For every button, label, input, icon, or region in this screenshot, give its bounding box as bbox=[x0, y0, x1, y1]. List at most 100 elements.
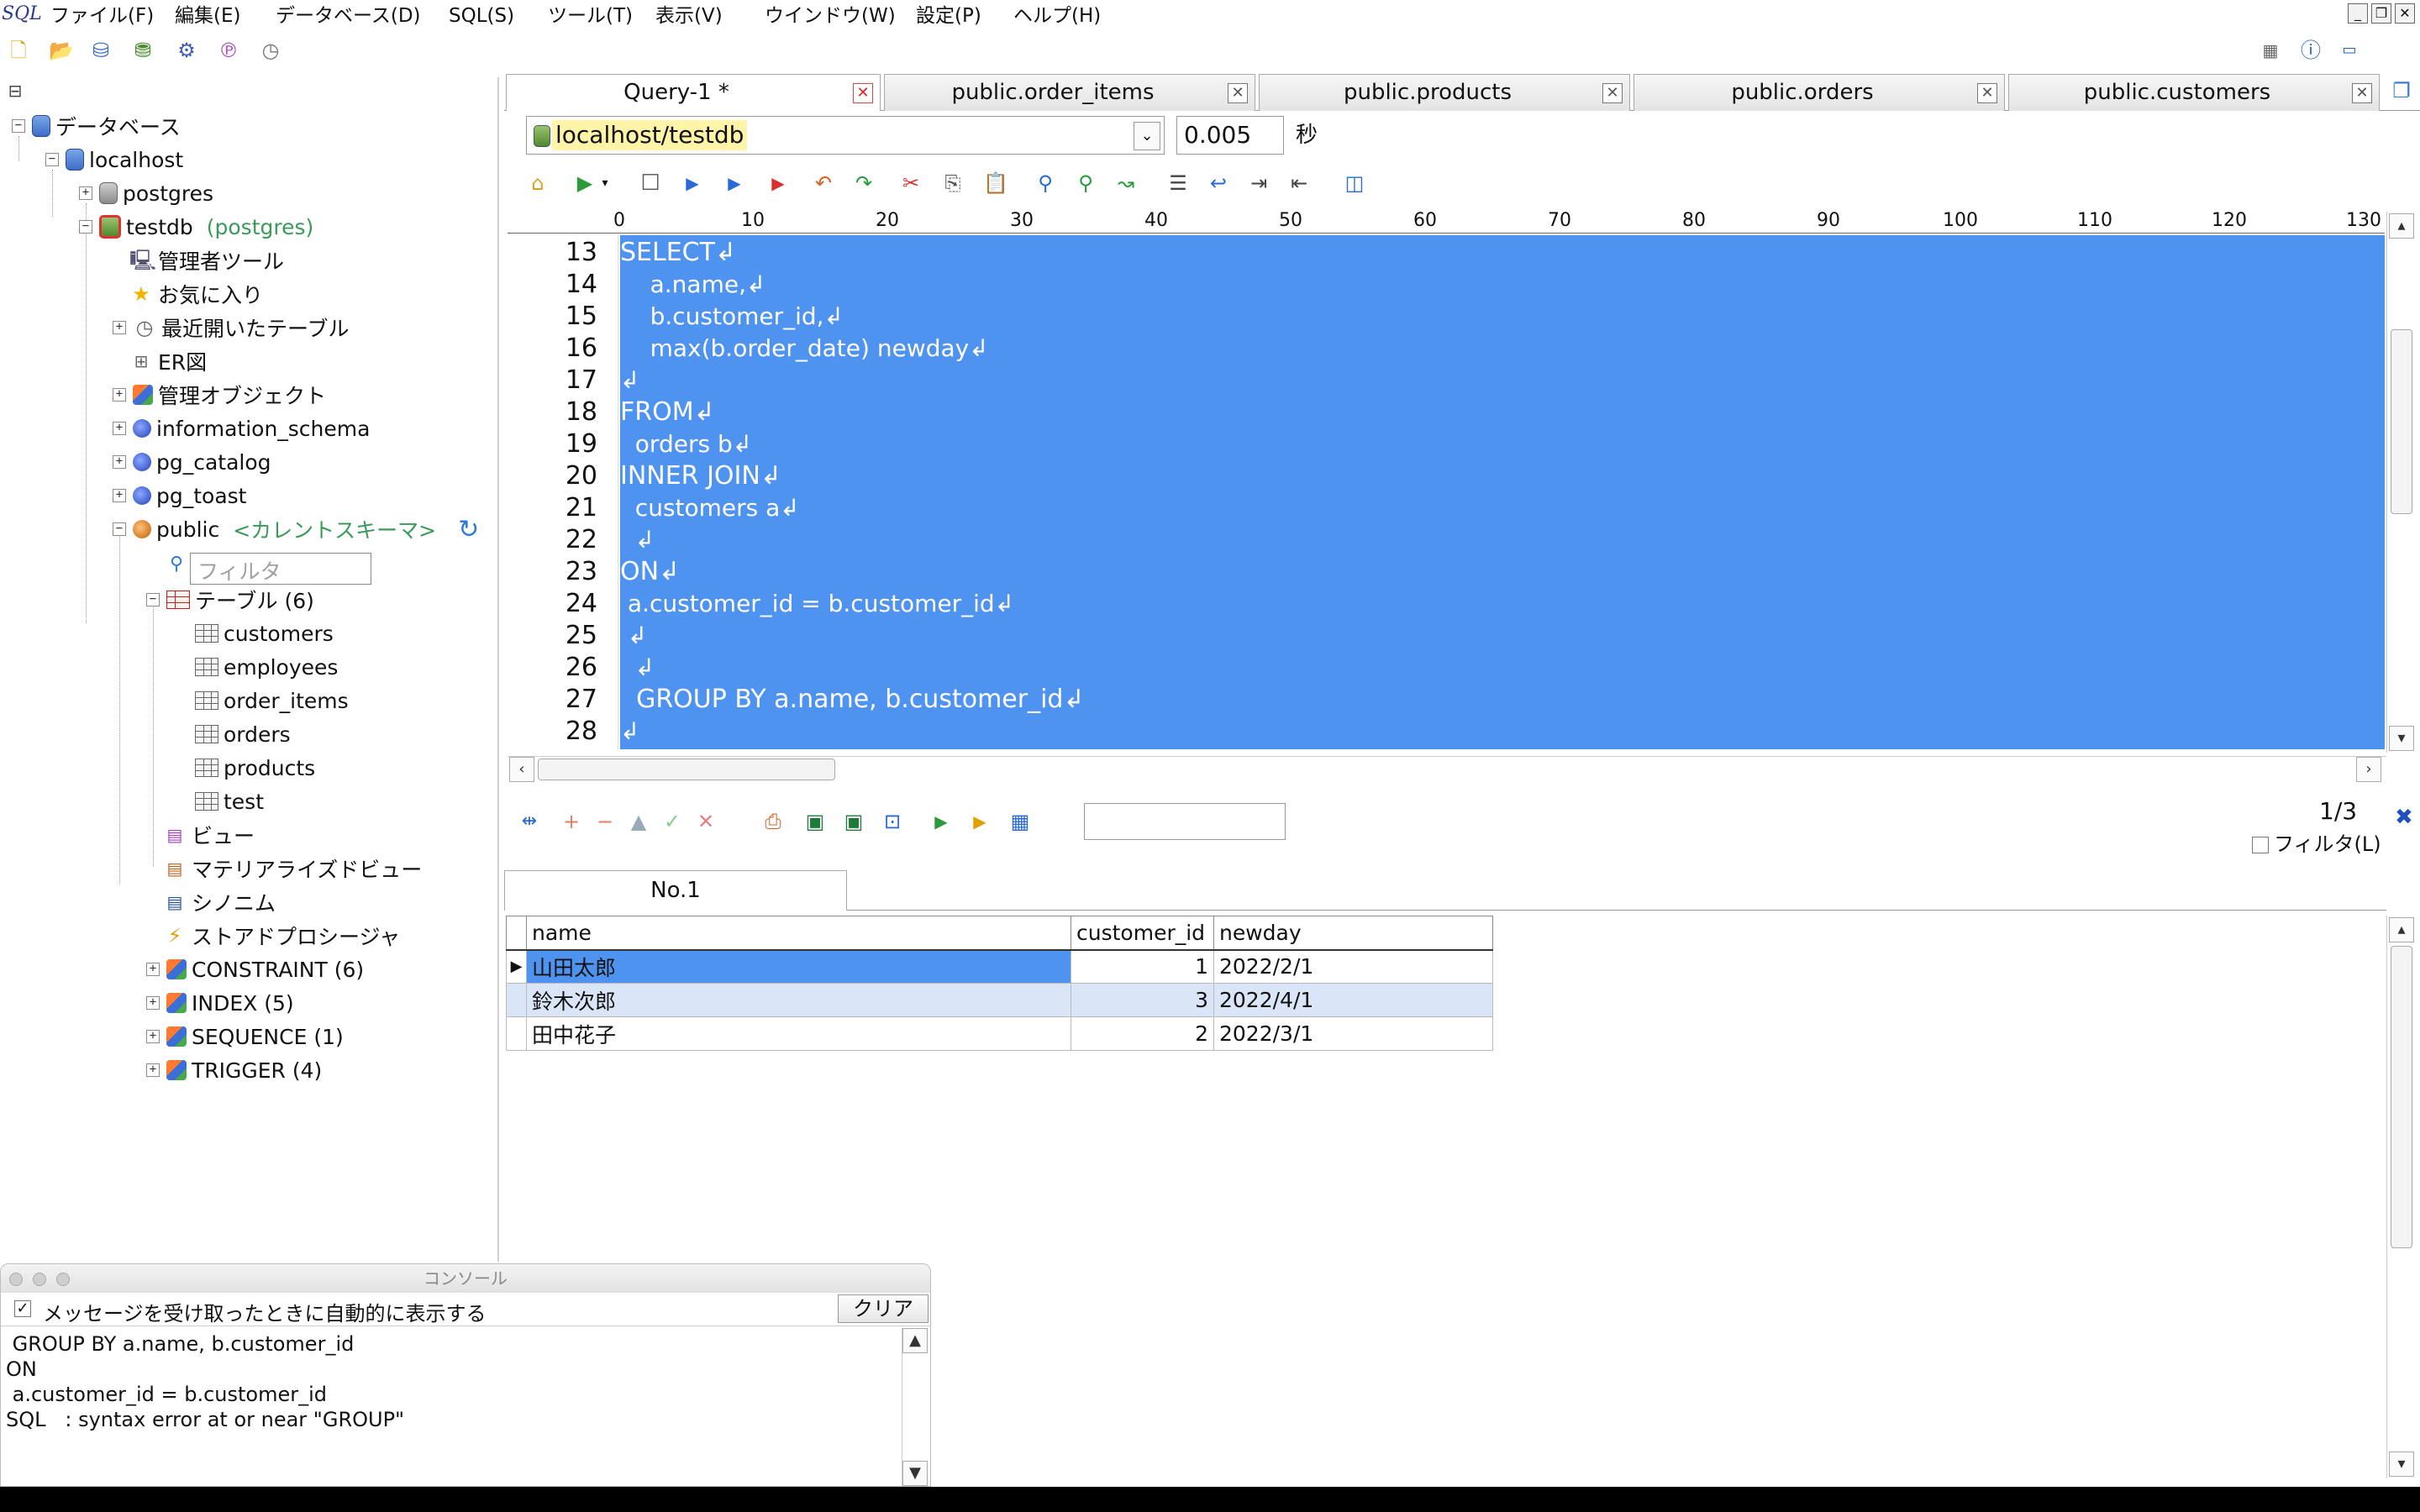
run-explain-icon[interactable]: ▶ bbox=[968, 810, 992, 833]
close-result-icon[interactable]: ✖ bbox=[2395, 805, 2413, 830]
scroll-down-icon[interactable]: ▼ bbox=[902, 1461, 928, 1486]
close-icon[interactable]: ✕ bbox=[2352, 83, 2372, 103]
tree-node-table-order-items[interactable]: order_items bbox=[195, 685, 349, 716]
tree-node-table-products[interactable]: products bbox=[195, 753, 315, 783]
scroll-up-icon[interactable]: ▲ bbox=[902, 1328, 928, 1353]
close-icon[interactable]: ✕ bbox=[1977, 83, 1997, 103]
cell-newday[interactable]: 2022/2/1 bbox=[1213, 949, 1493, 984]
tree-node-admin-objects[interactable]: + 管理オブジェクト bbox=[113, 380, 326, 410]
expand-icon[interactable]: + bbox=[113, 321, 126, 334]
sql-editor[interactable]: 13 14 15 16 17 18 19 20 21 22 23 24 25 2… bbox=[508, 235, 2385, 749]
result-tab-1[interactable]: No.1 bbox=[504, 870, 847, 911]
menu-sql[interactable]: SQL(S) bbox=[449, 3, 514, 29]
column-header-newday[interactable]: newday bbox=[1213, 916, 1493, 951]
outdent-icon[interactable]: ⇤ bbox=[1287, 171, 1311, 195]
tree-node-table-orders[interactable]: orders bbox=[195, 719, 291, 749]
close-window-icon[interactable]: ✕ bbox=[2395, 3, 2415, 24]
clear-editor-icon[interactable]: ⌂ bbox=[526, 171, 550, 195]
tree-node-trigger[interactable]: + TRIGGER (4) bbox=[146, 1055, 322, 1085]
tree-node-er-diagram[interactable]: ⊞ ER図 bbox=[129, 346, 208, 376]
menu-tools[interactable]: ツール(T) bbox=[548, 3, 633, 29]
tree-node-postgres[interactable]: + postgres bbox=[79, 178, 213, 208]
cell-name[interactable]: 鈴木次郎 bbox=[526, 983, 1071, 1017]
close-icon[interactable]: ✕ bbox=[1228, 83, 1248, 103]
scroll-down-icon[interactable]: ▾ bbox=[2389, 1452, 2414, 1477]
excel-all-icon[interactable]: ▣ bbox=[842, 810, 865, 833]
layout-icon[interactable]: ▦ bbox=[2259, 39, 2282, 62]
add-row-icon[interactable]: + bbox=[560, 810, 583, 833]
scroll-down-icon[interactable]: ▾ bbox=[2389, 726, 2414, 751]
tree-node-sequence[interactable]: + SEQUENCE (1) bbox=[146, 1021, 344, 1052]
tree-node-views[interactable]: ▤ ビュー bbox=[163, 820, 255, 850]
connection-select[interactable]: localhost/testdb ⌄ bbox=[526, 116, 1165, 155]
results-filter[interactable]: フィルタ(L) bbox=[2252, 830, 2381, 858]
console-minimize-icon[interactable] bbox=[33, 1273, 46, 1286]
collapse-icon[interactable]: − bbox=[79, 220, 92, 234]
close-icon[interactable]: ✕ bbox=[853, 83, 873, 103]
console-zoom-icon[interactable] bbox=[56, 1273, 70, 1286]
cell-customer-id[interactable]: 3 bbox=[1071, 983, 1214, 1017]
collapse-icon[interactable]: − bbox=[146, 593, 160, 606]
explain-icon[interactable]: ▶ bbox=[766, 171, 790, 195]
cancel-icon[interactable]: ✕ bbox=[694, 810, 718, 833]
tree-node-synonyms[interactable]: ▤ シノニム bbox=[163, 887, 276, 917]
table-row[interactable]: 田中花子 2 2022/3/1 bbox=[506, 1016, 1493, 1051]
column-header-customer-id[interactable]: customer_id bbox=[1071, 916, 1214, 951]
scroll-up-icon[interactable]: ▴ bbox=[2389, 917, 2414, 942]
editor-vertical-scrollbar[interactable]: ▴ ▾ bbox=[2386, 212, 2417, 753]
table-row[interactable]: 鈴木次郎 3 2022/4/1 bbox=[506, 983, 1493, 1017]
expand-icon[interactable]: + bbox=[79, 186, 92, 200]
tree-node-pg-catalog[interactable]: + pg_catalog bbox=[113, 447, 271, 477]
expand-icon[interactable]: + bbox=[113, 489, 126, 502]
expand-icon[interactable]: + bbox=[146, 1063, 160, 1077]
indent-icon[interactable]: ⇥ bbox=[1247, 171, 1270, 195]
menu-edit[interactable]: 編集(E) bbox=[175, 3, 240, 29]
scroll-left-icon[interactable]: ‹ bbox=[509, 757, 534, 782]
database-icon[interactable]: ⛁ bbox=[89, 39, 113, 62]
tree-node-table-customers[interactable]: customers bbox=[195, 618, 334, 648]
tree-node-localhost[interactable]: − localhost bbox=[45, 144, 183, 175]
results-search-input[interactable] bbox=[1084, 803, 1286, 840]
run-menu-chevron-icon[interactable]: ▾ bbox=[593, 171, 617, 195]
collapse-icon[interactable]: − bbox=[113, 522, 126, 536]
keyboard-icon[interactable]: ▭ bbox=[2338, 39, 2361, 62]
scroll-right-icon[interactable]: › bbox=[2356, 757, 2381, 782]
scroll-thumb[interactable] bbox=[538, 759, 835, 780]
split-view-icon[interactable]: ◫ bbox=[1343, 171, 1366, 195]
copy-icon[interactable]: ⎘ bbox=[941, 171, 965, 195]
menu-view[interactable]: 表示(V) bbox=[655, 3, 723, 29]
expand-icon[interactable]: + bbox=[113, 455, 126, 469]
console-close-icon[interactable] bbox=[9, 1273, 23, 1286]
find-icon[interactable]: ⚲ bbox=[1034, 171, 1057, 195]
cut-icon[interactable]: ✂ bbox=[899, 171, 923, 195]
menu-database[interactable]: データベース(D) bbox=[276, 3, 421, 29]
tree-node-databases[interactable]: − データベース bbox=[12, 111, 181, 141]
column-header-name[interactable]: name bbox=[526, 916, 1071, 951]
tab-customers[interactable]: public.customers ✕ bbox=[2008, 74, 2380, 111]
code-selection[interactable]: SELECT↲ a.name,↲ b.customer_id,↲ max(b.o… bbox=[620, 235, 2385, 749]
tree-node-favorites[interactable]: ★ お気に入り bbox=[129, 279, 263, 309]
delete-row-icon[interactable]: − bbox=[593, 810, 617, 833]
tree-filter-input[interactable]: フィルタ bbox=[190, 553, 371, 585]
auto-show-checkbox[interactable]: ✓ bbox=[14, 1300, 31, 1317]
expand-icon[interactable]: + bbox=[113, 422, 126, 435]
plugin-icon[interactable]: ℗ bbox=[217, 39, 240, 62]
cell-customer-id[interactable]: 2 bbox=[1071, 1016, 1214, 1051]
tab-query-1[interactable]: Query-1 * ✕ bbox=[506, 74, 881, 111]
tab-orders[interactable]: public.orders ✕ bbox=[1634, 74, 2005, 111]
tree-node-index[interactable]: + INDEX (5) bbox=[146, 988, 294, 1018]
console-scrollbar[interactable]: ▲ ▼ bbox=[902, 1328, 929, 1486]
menu-window[interactable]: ウインドウ(W) bbox=[765, 3, 896, 29]
cell-customer-id[interactable]: 1 bbox=[1071, 949, 1214, 984]
grid-icon[interactable]: ▦ bbox=[1008, 810, 1032, 833]
editor-horizontal-scrollbar[interactable]: ‹ › bbox=[508, 756, 2386, 783]
open-folder-icon[interactable]: 📂 bbox=[49, 39, 74, 62]
export-icon[interactable]: ⎙ bbox=[761, 810, 785, 833]
commit-icon[interactable]: ✓ bbox=[660, 810, 684, 833]
scroll-thumb[interactable] bbox=[2391, 946, 2412, 1248]
tree-node-testdb[interactable]: − testdb (postgres) bbox=[79, 212, 313, 242]
tab-order-items[interactable]: public.order_items ✕ bbox=[884, 74, 1255, 111]
menu-settings[interactable]: 設定(P) bbox=[916, 3, 981, 29]
find-replace-icon[interactable]: ⚲ bbox=[1074, 171, 1097, 195]
results-vertical-scrollbar[interactable]: ▴ ▾ bbox=[2386, 916, 2417, 1478]
